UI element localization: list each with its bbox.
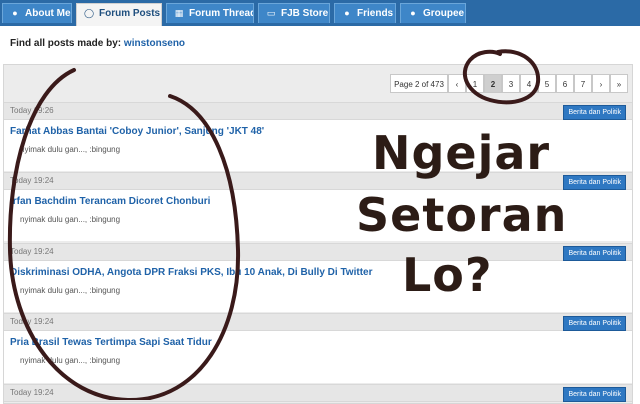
circle-around-page-2 (462, 49, 541, 105)
ellipse-around-titles (7, 68, 241, 400)
overlay-text-line3: Lo? (402, 248, 493, 302)
overlay-text-line2: Setoran (356, 188, 568, 242)
overlay-text-line1: Ngejar (372, 126, 551, 180)
